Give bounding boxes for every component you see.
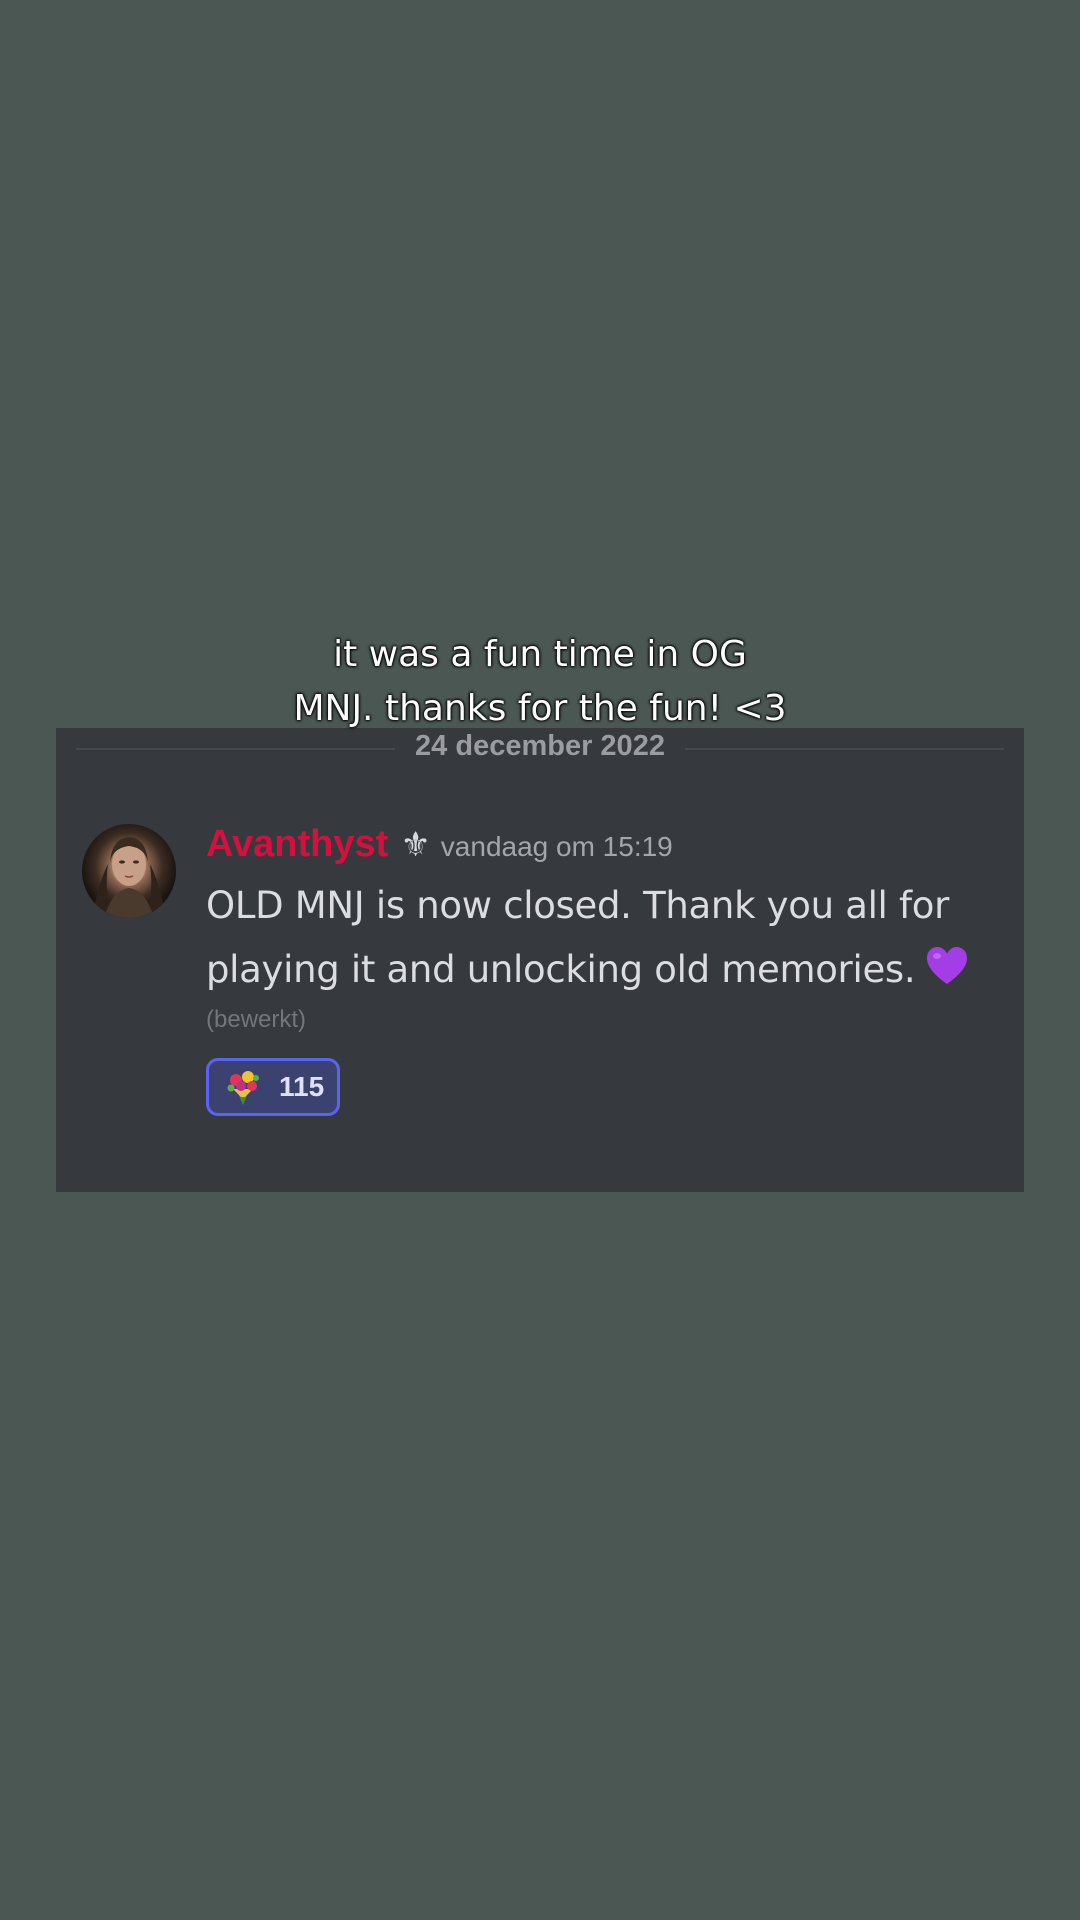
bouquet-icon <box>227 1071 259 1105</box>
fleur-de-lis-icon: ⚜ <box>400 825 431 865</box>
purple-heart-icon <box>927 947 968 984</box>
reaction-button[interactable]: 115 <box>206 1058 340 1116</box>
message-text-line-1: OLD MNJ is now closed. Thank you all for <box>206 884 949 927</box>
message-username[interactable]: Avanthyst <box>206 823 388 865</box>
caption-line-2: MNJ. thanks for the fun! <3 <box>293 688 787 729</box>
avatar-image <box>92 837 166 918</box>
message-text-line-2-wrap: playing it and unlocking old memories. <box>206 938 1006 1002</box>
avatar[interactable] <box>82 824 176 918</box>
message-header: Avanthyst ⚜ vandaag om 15:19 <box>206 820 1006 868</box>
message: Avanthyst ⚜ vandaag om 15:19 OLD MNJ is no… <box>206 820 1006 1116</box>
chat-panel: 24 december 2022 Avanthyst ⚜ vandaag om 15… <box>56 728 1024 1192</box>
caption-line-1: it was a fun time in OG <box>333 634 747 675</box>
video-caption: it was a fun time in OG MNJ. thanks for … <box>0 628 1080 736</box>
edited-label: (bewerkt) <box>206 1006 307 1033</box>
message-timestamp: vandaag om 15:19 <box>440 831 673 862</box>
message-content: OLD MNJ is now closed. Thank you all for… <box>206 874 1006 1002</box>
message-text-line-2: playing it and unlocking old memories. <box>206 948 916 991</box>
reaction-count: 115 <box>279 1071 325 1102</box>
